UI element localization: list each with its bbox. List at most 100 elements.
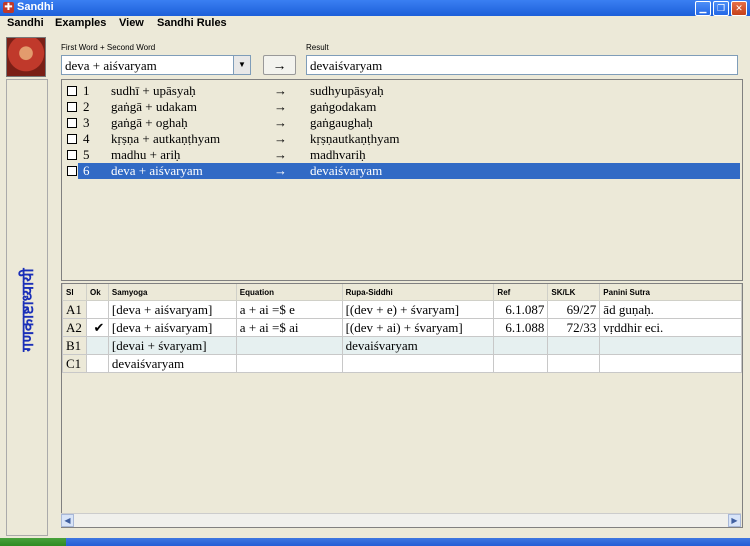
column-header[interactable]: Ref: [493, 284, 549, 301]
examples-list: 1 sudhī + upāsyaḥ → sudhyupāsyaḥ 2 gaṅgā…: [61, 79, 743, 281]
column-header[interactable]: Ok: [85, 284, 109, 301]
cell-sl: B1: [62, 336, 87, 355]
column-header[interactable]: Sl: [62, 284, 87, 301]
cell-sutra: vṛddhir eci.: [599, 318, 742, 337]
cell-sl: A2: [62, 318, 87, 337]
example-number: 1: [83, 83, 90, 98]
menu-examples[interactable]: Examples: [55, 17, 106, 29]
result-field[interactable]: devaiśvaryam: [306, 55, 738, 75]
cell-samyoga: devaiśvaryam: [107, 354, 237, 373]
input-label: First Word + Second Word: [61, 43, 156, 52]
cell-equation: a + ai =$ e: [235, 300, 343, 319]
cell-sklk: [547, 336, 601, 355]
word-combo-box[interactable]: deva + aiśvaryam ▼: [61, 55, 251, 75]
table-row[interactable]: A2 ✔ [deva + aiśvaryam] a + ai =$ ai [(d…: [62, 318, 742, 337]
example-output: madhvariḥ: [310, 147, 366, 162]
cell-sl: A1: [62, 300, 87, 319]
arrow-icon: →: [274, 163, 287, 178]
example-checkbox[interactable]: [67, 118, 77, 128]
column-header[interactable]: Samyoga: [107, 284, 237, 301]
cell-ref: [493, 336, 549, 355]
table-header: Sl Ok Samyoga Equation Rupa-Siddhi Ref S…: [62, 284, 742, 301]
example-checkbox[interactable]: [67, 102, 77, 112]
cell-ok: [85, 336, 109, 355]
example-input: kṛṣṇa + autkaṇṭhyam: [111, 131, 221, 146]
example-input: gaṅgā + oghaḥ: [111, 115, 188, 130]
cell-ok: ✔: [85, 318, 109, 337]
cell-samyoga: [deva + aiśvaryam]: [107, 300, 237, 319]
cell-rupa: [(dev + ai) + śvaryam]: [341, 318, 495, 337]
menu-view[interactable]: View: [119, 17, 144, 29]
menu-bar: Sandhi Examples View Sandhi Rules: [0, 16, 750, 32]
table-row[interactable]: A1 [deva + aiśvaryam] a + ai =$ e [(dev …: [62, 300, 742, 319]
example-number: 4: [83, 131, 90, 146]
window-controls: ▁ ❐ ✕: [695, 1, 747, 16]
example-input: sudhī + upāsyaḥ: [111, 83, 196, 98]
app-icon[interactable]: ✚: [3, 2, 14, 13]
cell-rupa: devaiśvaryam: [341, 336, 495, 355]
menu-sandhi[interactable]: Sandhi: [7, 17, 44, 29]
example-number: 6: [83, 163, 90, 178]
result-label: Result: [306, 43, 329, 52]
start-button[interactable]: [0, 538, 66, 546]
table-row[interactable]: B1 [devai + śvaryam] devaiśvaryam: [62, 336, 742, 355]
table-row[interactable]: C1 devaiśvaryam: [62, 354, 742, 373]
cell-ref: 6.1.087: [493, 300, 549, 319]
scroll-right-icon[interactable]: ▶: [728, 514, 741, 527]
cell-equation: a + ai =$ ai: [235, 318, 343, 337]
cell-sklk: [547, 354, 601, 373]
example-output: gaṅgodakam: [310, 99, 377, 114]
compute-button[interactable]: →: [263, 55, 296, 75]
arrow-icon: →: [274, 115, 287, 130]
example-checkbox[interactable]: [67, 86, 77, 96]
window-title: Sandhi: [17, 1, 54, 13]
horizontal-scrollbar[interactable]: ◀ ▶: [61, 513, 741, 527]
example-input: gaṅgā + udakam: [111, 99, 198, 114]
example-item[interactable]: 4 kṛṣṇa + autkaṇṭhyam → kṛṣṇautkaṇṭhyam: [62, 131, 740, 147]
sidebar-panel: गणकाष्टाध्यायी: [6, 79, 48, 536]
example-number: 2: [83, 99, 90, 114]
title-bar: ✚ Sandhi ▁ ❐ ✕: [0, 0, 750, 16]
cell-ref: 6.1.088: [493, 318, 549, 337]
cell-samyoga: [deva + aiśvaryam]: [107, 318, 237, 337]
example-checkbox[interactable]: [67, 150, 77, 160]
example-item[interactable]: 5 madhu + ariḥ → madhvariḥ: [62, 147, 740, 163]
column-header[interactable]: SK/LK: [547, 284, 601, 301]
dropdown-arrow-icon[interactable]: ▼: [233, 56, 250, 74]
example-output: sudhyupāsyaḥ: [310, 83, 384, 98]
example-item[interactable]: 2 gaṅgā + udakam → gaṅgodakam: [62, 99, 740, 115]
column-header[interactable]: Equation: [235, 284, 343, 301]
sidebar: गणकाष्टाध्यायी: [6, 37, 48, 536]
column-header[interactable]: Rupa-Siddhi: [341, 284, 495, 301]
avatar: [6, 37, 46, 77]
cell-ok: [85, 300, 109, 319]
column-header[interactable]: Panini Sutra: [599, 284, 742, 301]
example-number: 5: [83, 147, 90, 162]
example-checkbox[interactable]: [67, 134, 77, 144]
scroll-left-icon[interactable]: ◀: [61, 514, 74, 527]
example-output: gaṅgaughaḥ: [310, 115, 373, 130]
arrow-icon: →: [274, 131, 287, 146]
example-item-selected[interactable]: 6 deva + aiśvaryam → devaiśvaryam: [62, 163, 740, 179]
arrow-icon: →: [274, 99, 287, 114]
example-item[interactable]: 3 gaṅgā + oghaḥ → gaṅgaughaḥ: [62, 115, 740, 131]
cell-rupa: [(dev + e) + śvaryam]: [341, 300, 495, 319]
maximize-button[interactable]: ❐: [713, 1, 729, 16]
sidebar-title: गणकाष्टाध्यायी: [20, 268, 37, 352]
example-output: devaiśvaryam: [310, 163, 383, 178]
cell-equation: [235, 336, 343, 355]
example-item[interactable]: 1 sudhī + upāsyaḥ → sudhyupāsyaḥ: [62, 83, 740, 99]
example-output: kṛṣṇautkaṇṭhyam: [310, 131, 400, 146]
cell-samyoga: [devai + śvaryam]: [107, 336, 237, 355]
close-button[interactable]: ✕: [731, 1, 747, 16]
word-combo-value: deva + aiśvaryam: [65, 58, 157, 73]
cell-rupa: [341, 354, 495, 373]
example-checkbox[interactable]: [67, 166, 77, 176]
cell-sutra: [599, 354, 742, 373]
example-input: deva + aiśvaryam: [111, 163, 203, 178]
minimize-button[interactable]: ▁: [695, 1, 711, 16]
cell-sl: C1: [62, 354, 87, 373]
cell-ok: [85, 354, 109, 373]
menu-sandhi-rules[interactable]: Sandhi Rules: [157, 17, 227, 29]
cell-equation: [235, 354, 343, 373]
